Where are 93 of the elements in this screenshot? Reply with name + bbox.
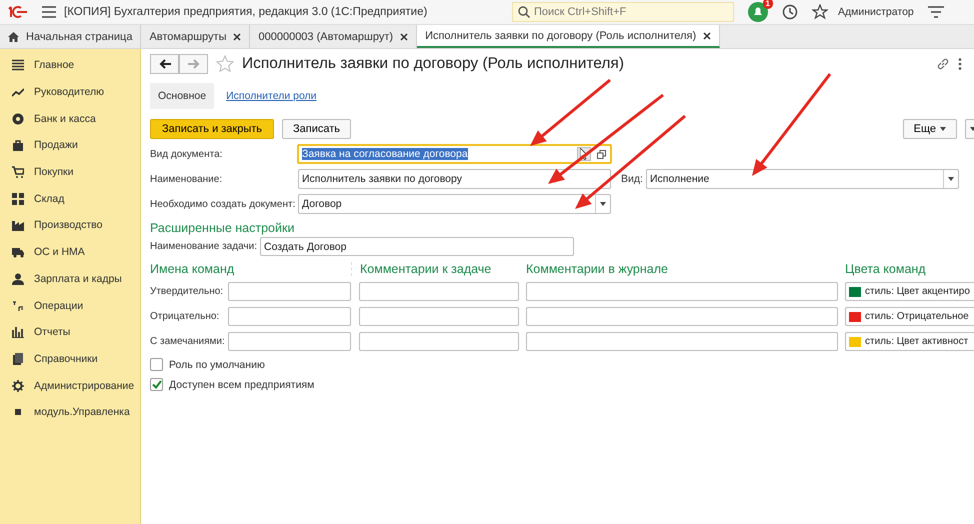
window-tab[interactable]: Начальная страница: [0, 25, 142, 48]
close-icon[interactable]: [703, 32, 712, 40]
window-tab[interactable]: Автомаршруты: [141, 25, 250, 48]
sidebar-item[interactable]: Администрирование: [0, 372, 140, 399]
input-field[interactable]: [526, 282, 838, 301]
close-icon[interactable]: [233, 32, 242, 40]
settings-icon[interactable]: [928, 6, 944, 18]
grid-icon: [12, 192, 24, 205]
caret-icon: [948, 177, 954, 181]
back-arrow-icon: [158, 59, 170, 69]
input-field[interactable]: [526, 332, 838, 351]
save-close-button[interactable]: Записать и закрыть: [150, 119, 274, 139]
link-icon[interactable]: [936, 57, 950, 71]
menu-icon[interactable]: [42, 6, 56, 18]
input-field[interactable]: Договор: [298, 194, 611, 214]
section-tab[interactable]: Основное: [150, 83, 214, 109]
more-button[interactable]: Еще: [902, 119, 957, 139]
section-heading: Расширенные настройки: [150, 221, 296, 235]
input-field[interactable]: Исполнитель заявки по договору: [298, 169, 611, 189]
sidebar-item[interactable]: Производство: [0, 212, 140, 239]
field-label: Вид документа:: [150, 148, 224, 160]
sidebar-item[interactable]: Банк и касса: [0, 105, 140, 132]
star-icon[interactable]: [812, 4, 828, 20]
back-button[interactable]: [150, 54, 179, 74]
input-field[interactable]: [359, 332, 519, 351]
checkbox[interactable]: Доступен всем предприятиям: [150, 378, 314, 391]
search-field[interactable]: Поиск Ctrl+Shift+F: [512, 2, 734, 22]
menu-icon: [12, 59, 24, 72]
column-heading: Цвета команд: [844, 262, 927, 276]
cart-icon: [12, 166, 24, 178]
favorite-star-icon[interactable]: [216, 55, 234, 73]
field-label: Отрицательно:: [150, 311, 220, 322]
input-field[interactable]: [359, 282, 519, 301]
truck-icon: [12, 246, 24, 258]
color-field[interactable]: стиль: Цвет акцентиро: [845, 282, 974, 301]
input-field[interactable]: [359, 307, 519, 326]
sidebar-item[interactable]: Продажи: [0, 132, 140, 159]
column-heading: Комментарии к задаче: [351, 262, 519, 276]
input-field[interactable]: Создать Договор: [260, 237, 574, 256]
field-label: Необходимо создать документ:: [150, 198, 296, 210]
input-field[interactable]: [228, 332, 351, 351]
field-label: С замечаниями:: [150, 336, 226, 347]
field-label: Наименование:: [150, 174, 224, 184]
color-field[interactable]: стиль: Цвет активност: [845, 332, 974, 351]
history-icon[interactable]: [782, 4, 798, 20]
field-label: Утвердительно:: [150, 286, 224, 297]
search-icon: [518, 6, 530, 18]
sidebar-item[interactable]: Зарплата и кадры: [0, 266, 140, 292]
app-title: [КОПИЯ] Бухгалтерия предприятия, редакция 3.0 (1С:Предприятие): [64, 6, 428, 18]
sidebar-item[interactable]: Операции: [0, 292, 140, 319]
input-field[interactable]: [228, 282, 351, 301]
input-field[interactable]: Заявка на согласование договора: [297, 144, 612, 164]
notification-badge: 1: [762, 0, 773, 9]
trend-icon: [12, 86, 24, 98]
bar-chart-icon: [12, 326, 24, 338]
forward-arrow-icon: [188, 59, 200, 69]
form-title: Исполнитель заявки по договору (Роль исполнителя): [242, 55, 624, 73]
input-field[interactable]: Исполнение: [646, 169, 959, 189]
color-field[interactable]: стиль: Отрицательное: [845, 307, 974, 326]
caret-icon: [940, 127, 946, 131]
sidebar-item[interactable]: модуль.Управленка: [0, 398, 140, 426]
coin-icon: [12, 112, 24, 125]
books-icon: [12, 352, 24, 365]
more-icon[interactable]: [958, 58, 962, 70]
check-icon: [152, 380, 162, 389]
user-name[interactable]: Администратор: [838, 6, 914, 18]
column-heading: Имена команд: [150, 262, 236, 276]
open-icon[interactable]: [597, 150, 606, 158]
checkbox[interactable]: Роль по умолчанию: [150, 358, 265, 371]
column-heading: Комментарии в журнале: [525, 262, 669, 276]
bag-icon: [12, 139, 24, 152]
person-icon: [12, 272, 24, 285]
sidebar-item[interactable]: Склад: [0, 185, 140, 212]
section-link[interactable]: Исполнители роли: [218, 83, 325, 109]
factory-icon: [12, 219, 24, 232]
cursor-icon: [580, 148, 588, 160]
home-icon: [8, 32, 19, 42]
sidebar-item[interactable]: Отчеты: [0, 318, 140, 346]
field-label: Наименование задачи:: [150, 241, 258, 252]
input-field[interactable]: [526, 307, 838, 326]
field-label: Вид:: [621, 173, 644, 185]
window-tab[interactable]: Исполнитель заявки по договору (Роль исполнителя): [417, 25, 720, 48]
bell-icon[interactable]: [748, 2, 768, 22]
close-icon[interactable]: [400, 32, 408, 40]
sidebar-item[interactable]: Справочники: [0, 346, 140, 372]
sidebar-item[interactable]: Главное: [0, 52, 140, 79]
save-button[interactable]: Записать: [282, 119, 352, 139]
sidebar-item[interactable]: ОС и НМА: [0, 238, 140, 266]
sidebar-item[interactable]: Руководителю: [0, 78, 140, 106]
caret-icon: [600, 202, 606, 206]
gear-icon: [12, 380, 24, 392]
sidebar-item[interactable]: Покупки: [0, 158, 140, 186]
input-field[interactable]: [228, 307, 351, 326]
